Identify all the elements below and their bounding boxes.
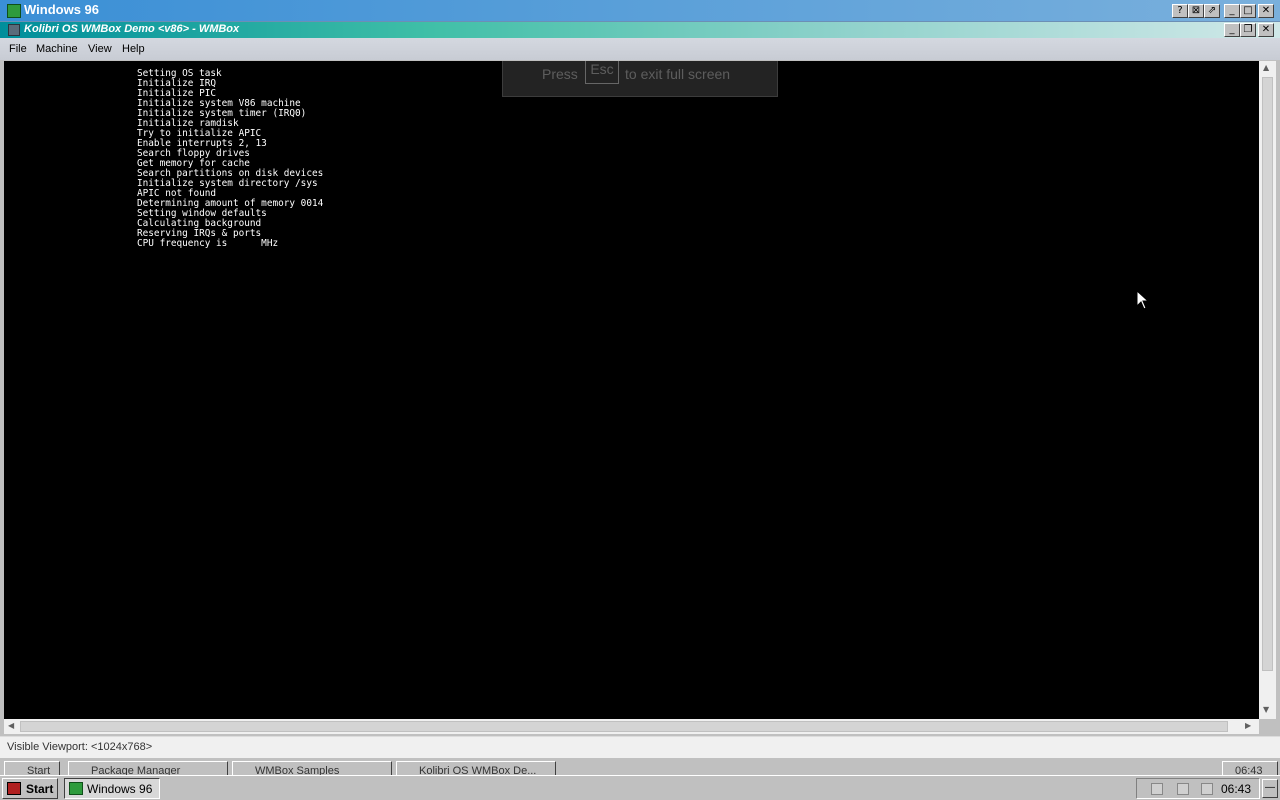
bg-task-kolibri: Kolibri OS WMBox De...	[396, 761, 556, 775]
scroll-left-icon[interactable]: ◀	[8, 721, 14, 730]
inner-title-bar[interactable]: Kolibri OS WMBox Demo <v86> - WMBox _ ❐ …	[0, 22, 1280, 38]
menu-machine[interactable]: Machine	[36, 43, 78, 55]
scroll-down-icon[interactable]: ▼	[1263, 705, 1269, 714]
resize-icon[interactable]	[1201, 783, 1213, 795]
clock[interactable]: 06:43	[1221, 782, 1251, 796]
windows96-app-icon	[7, 4, 21, 18]
hint-text: to exit full screen	[625, 66, 731, 82]
pin-button[interactable]: ⊠	[1188, 4, 1204, 18]
show-desktop-button[interactable]: —	[1262, 779, 1278, 798]
taskbar: Start Windows 96 06:43 —	[0, 775, 1280, 800]
bg-task-wmbox-samples: WMBox Samples	[232, 761, 392, 775]
start-flag-icon	[7, 782, 21, 795]
task-windows96[interactable]: Windows 96	[64, 778, 160, 799]
windows96-task-icon	[69, 782, 83, 795]
start-button[interactable]: Start	[2, 778, 58, 799]
menu-file[interactable]: File	[9, 43, 27, 55]
status-bar: Visible Viewport: <1024x768>	[0, 736, 1280, 758]
boot-console: Setting OS task Initialize IRQ Initialize …	[137, 69, 323, 249]
maximize-button[interactable]: □	[1240, 4, 1256, 18]
bg-task-package-manager: Package Manager	[68, 761, 228, 775]
console-line: CPU frequency is MHz	[137, 238, 279, 249]
vertical-scrollbar[interactable]: ▲ ▼	[1259, 61, 1276, 719]
help-button[interactable]: ?	[1172, 4, 1188, 18]
hint-esc-key: Esc	[585, 61, 619, 84]
task-label: Windows 96	[87, 782, 153, 796]
menu-view[interactable]: View	[88, 43, 112, 55]
inner-close-button[interactable]: ✕	[1258, 23, 1274, 37]
viewport-size-label: Visible Viewport: <1024x768>	[7, 741, 153, 753]
system-tray: 06:43	[1136, 778, 1260, 799]
minimize-button[interactable]: _	[1224, 4, 1240, 18]
close-button[interactable]: ✕	[1258, 4, 1274, 18]
vm-screen[interactable]: Setting OS task Initialize IRQ Initialize …	[4, 61, 1259, 719]
outer-window-title: Windows 96	[24, 2, 100, 17]
network-icon[interactable]	[1177, 783, 1189, 795]
menu-bar: File Machine View Help	[0, 38, 1280, 60]
inner-window-title: Kolibri OS WMBox Demo <v86> - WMBox	[24, 23, 240, 35]
outer-title-bar[interactable]: Windows 96 ? ⊠ ⇗ _ □ ✕	[0, 0, 1280, 22]
horizontal-scroll-thumb[interactable]	[20, 721, 1228, 732]
horizontal-scrollbar[interactable]: ◀ ▶	[4, 719, 1259, 734]
hint-press: Press	[542, 66, 578, 82]
mouse-cursor-icon	[1136, 290, 1150, 310]
start-label: Start	[26, 782, 54, 796]
vertical-scroll-thumb[interactable]	[1262, 77, 1273, 671]
popout-button[interactable]: ⇗	[1204, 4, 1220, 18]
inner-minimize-button[interactable]: _	[1224, 23, 1240, 37]
scroll-up-icon[interactable]: ▲	[1263, 63, 1269, 72]
bg-start-button: Start	[4, 761, 60, 775]
inner-restore-button[interactable]: ❐	[1240, 23, 1256, 37]
background-taskbar: Start Package Manager WMBox Samples Koli…	[0, 758, 1280, 775]
scroll-right-icon[interactable]: ▶	[1245, 721, 1251, 730]
vm-window-icon	[8, 24, 20, 36]
bg-clock: 06:43	[1222, 761, 1278, 775]
speaker-icon[interactable]	[1151, 783, 1163, 795]
menu-help[interactable]: Help	[122, 43, 145, 55]
fullscreen-hint: Press Esc to exit full screen	[502, 61, 778, 97]
